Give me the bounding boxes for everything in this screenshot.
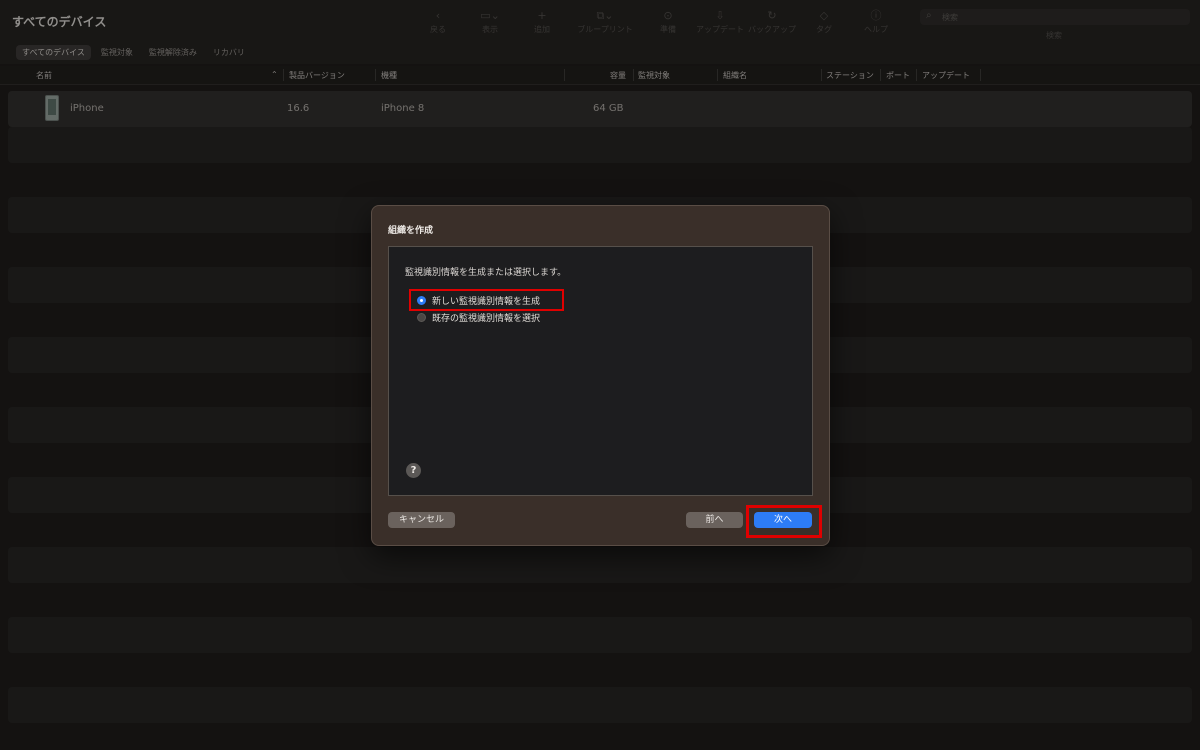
- dialog-title: 組織を作成: [388, 226, 434, 236]
- help-button[interactable]: ?: [406, 463, 421, 478]
- radio-unselected-icon[interactable]: [417, 313, 426, 322]
- highlight-box: [409, 289, 564, 311]
- cancel-button[interactable]: キャンセル: [388, 512, 455, 528]
- option-select-existing-label: 既存の監視識別情報を選択: [432, 314, 541, 324]
- highlight-box: [746, 505, 822, 538]
- back-button[interactable]: 前へ: [686, 512, 743, 528]
- dialog-prompt: 監視識別情報を生成または選択します。: [405, 268, 567, 278]
- create-organization-dialog: 組織を作成 監視識別情報を生成または選択します。 新しい監視識別情報を生成 既存…: [371, 205, 830, 546]
- dialog-content: 監視識別情報を生成または選択します。 新しい監視識別情報を生成 既存の監視識別情…: [388, 246, 813, 496]
- option-select-existing[interactable]: 既存の監視識別情報を選択: [417, 311, 540, 324]
